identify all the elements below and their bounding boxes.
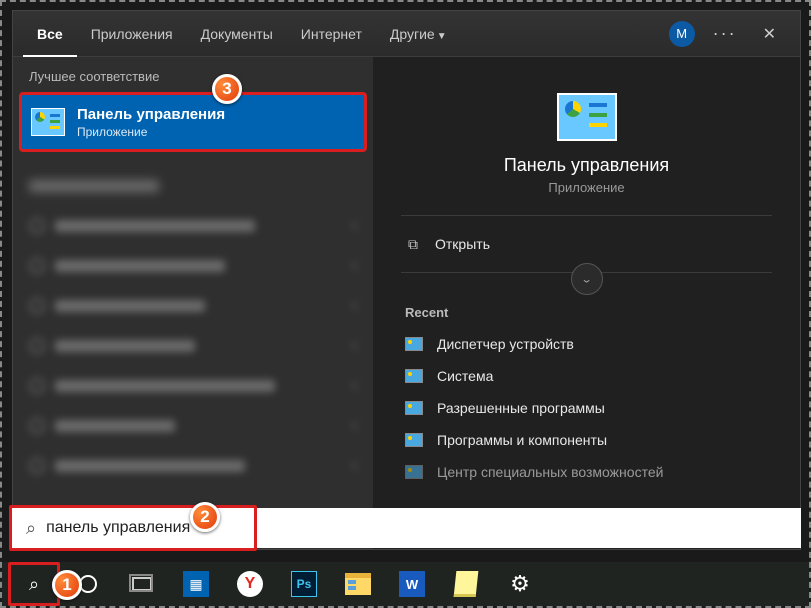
windows-search-panel: Все Приложения Документы Интернет Другие… bbox=[12, 10, 801, 550]
close-button[interactable]: ✕ bbox=[755, 20, 784, 48]
search-scope-tabs: Все Приложения Документы Интернет Другие… bbox=[13, 11, 800, 57]
taskbar-notepad-app[interactable] bbox=[442, 564, 490, 604]
yandex-icon: Y bbox=[237, 571, 263, 597]
best-match-subtitle: Приложение bbox=[77, 125, 225, 139]
calendar-icon: ▦ bbox=[183, 571, 209, 597]
recent-item[interactable]: Диспетчер устройств bbox=[401, 328, 772, 360]
photoshop-icon: Ps bbox=[291, 571, 317, 597]
control-panel-icon bbox=[31, 108, 65, 136]
taskbar-search-button[interactable]: ⌕ bbox=[10, 564, 58, 604]
control-panel-mini-icon bbox=[405, 465, 423, 479]
taskbar-explorer-app[interactable] bbox=[334, 564, 382, 604]
recent-label: Recent bbox=[405, 305, 772, 320]
tab-other[interactable]: Другие▼ bbox=[376, 11, 461, 57]
open-action[interactable]: ⧉ Открыть bbox=[401, 222, 772, 266]
recent-item[interactable]: Центр специальных возможностей bbox=[401, 456, 772, 488]
tab-internet[interactable]: Интернет bbox=[287, 11, 376, 57]
more-options-button[interactable]: ··· bbox=[713, 23, 737, 44]
recent-item[interactable]: Программы и компоненты bbox=[401, 424, 772, 456]
tab-apps[interactable]: Приложения bbox=[77, 11, 187, 57]
chevron-down-icon: ▼ bbox=[437, 31, 447, 42]
control-panel-mini-icon bbox=[405, 401, 423, 415]
user-avatar[interactable]: М bbox=[669, 21, 695, 47]
expand-toggle[interactable]: ⌄ bbox=[571, 263, 603, 295]
word-icon: W bbox=[399, 571, 425, 597]
taskbar-yandex-app[interactable]: Y bbox=[226, 564, 274, 604]
tab-documents[interactable]: Документы bbox=[187, 11, 287, 57]
detail-subtitle: Приложение bbox=[401, 180, 772, 195]
search-icon: ⌕ bbox=[29, 574, 39, 595]
cortana-icon bbox=[79, 575, 97, 593]
sticky-note-icon bbox=[454, 571, 479, 597]
recent-item[interactable]: Система bbox=[401, 360, 772, 392]
file-explorer-icon bbox=[345, 573, 371, 595]
results-column: Лучшее соответствие Панель управления Пр… bbox=[13, 57, 373, 549]
best-match-result[interactable]: Панель управления Приложение bbox=[21, 94, 365, 150]
gear-icon: ⚙ bbox=[510, 571, 530, 597]
search-input-bar[interactable]: ⌕ bbox=[12, 508, 801, 548]
chevron-down-icon: ⌄ bbox=[581, 273, 593, 285]
windows-taskbar: ⌕ ▦ Y Ps W ⚙ bbox=[2, 562, 809, 606]
other-results-blurred: › › › › › › › bbox=[13, 160, 373, 486]
control-panel-mini-icon bbox=[405, 337, 423, 351]
best-match-title: Панель управления bbox=[77, 106, 225, 123]
search-input[interactable] bbox=[46, 519, 787, 537]
control-panel-large-icon bbox=[557, 93, 617, 141]
taskbar-word-app[interactable]: W bbox=[388, 564, 436, 604]
tab-all[interactable]: Все bbox=[23, 11, 77, 57]
open-icon: ⧉ bbox=[405, 236, 421, 252]
best-match-label: Лучшее соответствие bbox=[13, 57, 373, 90]
taskbar-calendar-app[interactable]: ▦ bbox=[172, 564, 220, 604]
detail-column: Панель управления Приложение ⧉ Открыть ⌄… bbox=[373, 57, 800, 549]
taskbar-photoshop-app[interactable]: Ps bbox=[280, 564, 328, 604]
taskbar-taskview-button[interactable] bbox=[118, 564, 166, 604]
taskbar-settings-app[interactable]: ⚙ bbox=[496, 564, 544, 604]
recent-item[interactable]: Разрешенные программы bbox=[401, 392, 772, 424]
control-panel-mini-icon bbox=[405, 369, 423, 383]
search-icon: ⌕ bbox=[26, 518, 36, 539]
control-panel-mini-icon bbox=[405, 433, 423, 447]
taskbar-cortana-button[interactable] bbox=[64, 564, 112, 604]
taskview-icon bbox=[132, 577, 152, 591]
detail-title: Панель управления bbox=[401, 155, 772, 176]
